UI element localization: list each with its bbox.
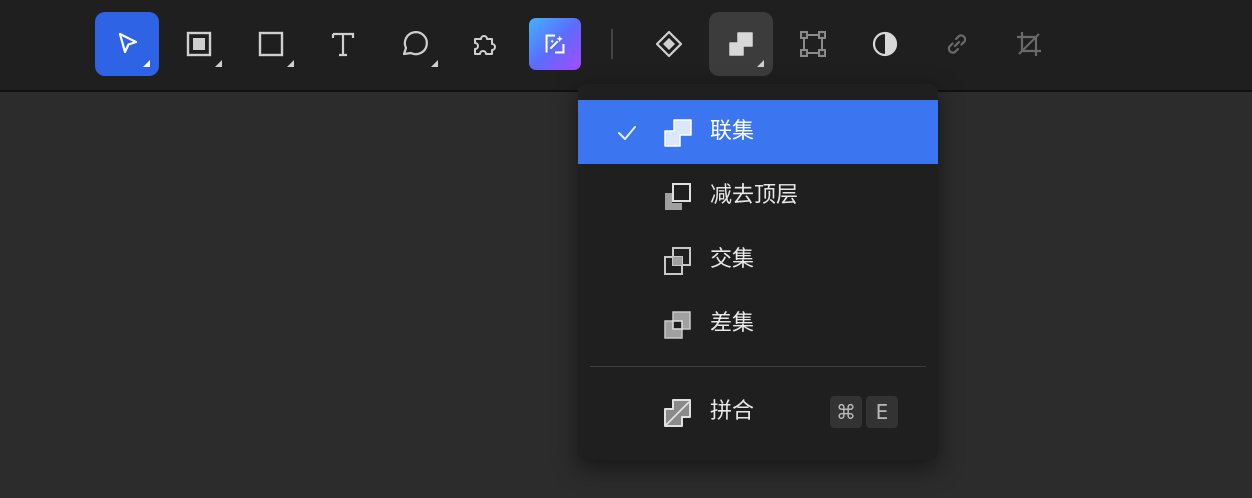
union-icon (664, 119, 692, 147)
ai-magic-tool-button[interactable] (523, 12, 587, 76)
link-tool-button[interactable] (925, 12, 989, 76)
submenu-indicator-icon (287, 60, 294, 67)
submenu-indicator-icon (757, 60, 764, 67)
select-tool-button[interactable] (95, 12, 159, 76)
toolbar-divider (611, 29, 613, 59)
menu-item-label: 差集 (710, 311, 755, 336)
rectangle-icon (258, 31, 284, 57)
subtract-icon (665, 183, 691, 210)
plugin-tool-button[interactable] (453, 12, 517, 76)
menu-divider (590, 366, 926, 367)
diamond-icon (655, 30, 683, 58)
boolean-operations-menu: 联集 减去顶层 交集 差集 拼合 ⌘ E (578, 84, 938, 460)
boolean-tool-button[interactable] (709, 12, 773, 76)
transform-tool-button[interactable] (781, 12, 845, 76)
submenu-indicator-icon (431, 60, 438, 67)
bounding-box-icon (800, 31, 826, 57)
mask-tool-button[interactable] (853, 12, 917, 76)
intersect-icon (664, 247, 691, 275)
shortcut-command-key: ⌘ (830, 396, 862, 428)
menu-item-exclude[interactable]: 差集 (578, 292, 938, 356)
text-tool-button[interactable] (311, 12, 375, 76)
component-tool-button[interactable] (637, 12, 701, 76)
ai-sparkle-icon (529, 18, 581, 70)
top-toolbar (0, 0, 1252, 92)
contrast-icon (872, 31, 898, 57)
crop-tool-button[interactable] (997, 12, 1061, 76)
puzzle-icon (474, 35, 496, 55)
flatten-icon (664, 399, 691, 427)
speech-bubble-tool-button[interactable] (383, 12, 447, 76)
text-icon (331, 32, 355, 57)
menu-item-label: 交集 (710, 247, 755, 272)
pointer-icon (118, 32, 138, 54)
crop-icon (1017, 32, 1041, 56)
menu-item-label: 减去顶层 (710, 183, 799, 208)
shortcut-e-key: E (866, 396, 898, 428)
menu-item-label: 联集 (710, 119, 755, 144)
menu-item-flatten[interactable]: 拼合 ⌘ E (578, 380, 938, 444)
app-window: 联集 减去顶层 交集 差集 拼合 ⌘ E (0, 0, 1252, 498)
menu-item-subtract[interactable]: 减去顶层 (578, 164, 938, 228)
submenu-indicator-icon (215, 60, 222, 67)
menu-item-intersect[interactable]: 交集 (578, 228, 938, 292)
exclude-icon (664, 311, 691, 339)
frame-icon (186, 31, 212, 57)
submenu-indicator-icon (143, 60, 150, 67)
speech-bubble-icon (402, 31, 428, 56)
frame-tool-button[interactable] (167, 12, 231, 76)
boolean-union-icon (729, 32, 753, 56)
checkmark-icon (618, 126, 636, 140)
rectangle-tool-button[interactable] (239, 12, 303, 76)
menu-item-label: 拼合 (710, 399, 755, 424)
menu-item-union[interactable]: 联集 (578, 100, 938, 164)
link-icon (947, 34, 967, 54)
